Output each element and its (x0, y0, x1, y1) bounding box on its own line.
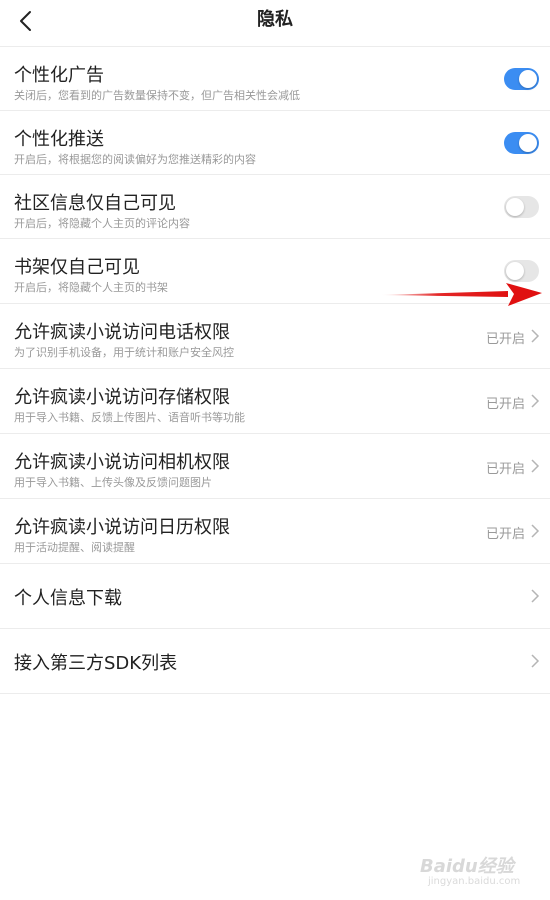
permission-status: 已开启 (485, 462, 525, 477)
setting-row-community-private: 社区信息仅自己可见 开启后，将隐藏个人主页的评论内容 (0, 175, 550, 239)
setting-title: 允许疯读小说访问电话权限 (14, 322, 230, 343)
toggle-knob (506, 198, 524, 216)
bookshelf-private-toggle[interactable] (504, 260, 539, 282)
setting-title: 接入第三方SDK列表 (14, 653, 178, 674)
setting-title: 书架仅自己可见 (14, 257, 140, 278)
setting-description: 用于活动提醒、阅读提醒 (14, 541, 135, 554)
setting-title: 个性化广告 (14, 65, 104, 86)
setting-row-personalized-push: 个性化推送 开启后，将根据您的阅读偏好为您推送精彩的内容 (0, 111, 550, 175)
chevron-right-icon (531, 524, 540, 538)
setting-title: 允许疯读小说访问存储权限 (14, 387, 230, 408)
setting-description: 开启后，将隐藏个人主页的评论内容 (14, 217, 190, 230)
permission-row-storage[interactable]: 允许疯读小说访问存储权限 用于导入书籍、反馈上传图片、语音听书等功能 已开启 (0, 369, 550, 434)
setting-description: 开启后，将隐藏个人主页的书架 (14, 281, 168, 294)
permission-row-camera[interactable]: 允许疯读小说访问相机权限 用于导入书籍、上传头像及反馈问题图片 已开启 (0, 434, 550, 499)
setting-row-bookshelf-private: 书架仅自己可见 开启后，将隐藏个人主页的书架 (0, 239, 550, 304)
setting-description: 为了识别手机设备，用于统计和账户安全风控 (14, 346, 234, 359)
third-party-sdk-row[interactable]: 接入第三方SDK列表 (0, 629, 550, 694)
community-private-toggle[interactable] (504, 196, 539, 218)
chevron-right-icon (531, 394, 540, 408)
setting-description: 用于导入书籍、反馈上传图片、语音听书等功能 (14, 411, 245, 424)
toggle-knob (506, 262, 524, 280)
watermark-brand: Baidu经验 (420, 856, 514, 877)
setting-description: 关闭后，您看到的广告数量保持不变，但广告相关性会减低 (14, 89, 300, 102)
permission-status: 已开启 (485, 332, 525, 347)
toggle-knob (519, 134, 537, 152)
permission-row-phone[interactable]: 允许疯读小说访问电话权限 为了识别手机设备，用于统计和账户安全风控 已开启 (0, 304, 550, 369)
personal-info-download-row[interactable]: 个人信息下载 (0, 564, 550, 629)
setting-title: 个性化推送 (14, 129, 104, 150)
toggle-knob (519, 70, 537, 88)
page-title: 隐私 (257, 9, 293, 30)
watermark-url: jingyan.baidu.com (428, 876, 521, 887)
permission-row-calendar[interactable]: 允许疯读小说访问日历权限 用于活动提醒、阅读提醒 已开启 (0, 499, 550, 564)
setting-title: 社区信息仅自己可见 (14, 193, 176, 214)
top-bar: 隐私 (0, 0, 550, 47)
setting-description: 开启后，将根据您的阅读偏好为您推送精彩的内容 (14, 153, 256, 166)
setting-title: 个人信息下载 (14, 588, 122, 609)
permission-status: 已开启 (485, 397, 525, 412)
personalized-push-toggle[interactable] (504, 132, 539, 154)
setting-title: 允许疯读小说访问相机权限 (14, 452, 230, 473)
chevron-right-icon (531, 459, 540, 473)
setting-row-personalized-ads: 个性化广告 关闭后，您看到的广告数量保持不变，但广告相关性会减低 (0, 47, 550, 111)
personalized-ads-toggle[interactable] (504, 68, 539, 90)
chevron-right-icon (531, 589, 540, 603)
setting-description: 用于导入书籍、上传头像及反馈问题图片 (14, 476, 212, 489)
permission-status: 已开启 (485, 527, 525, 542)
chevron-right-icon (531, 329, 540, 343)
setting-title: 允许疯读小说访问日历权限 (14, 517, 230, 538)
chevron-right-icon (531, 654, 540, 668)
baidu-watermark: Baidu经验 jingyan.baidu.com (420, 848, 530, 890)
settings-list: 个性化广告 关闭后，您看到的广告数量保持不变，但广告相关性会减低 个性化推送 开… (0, 47, 550, 694)
